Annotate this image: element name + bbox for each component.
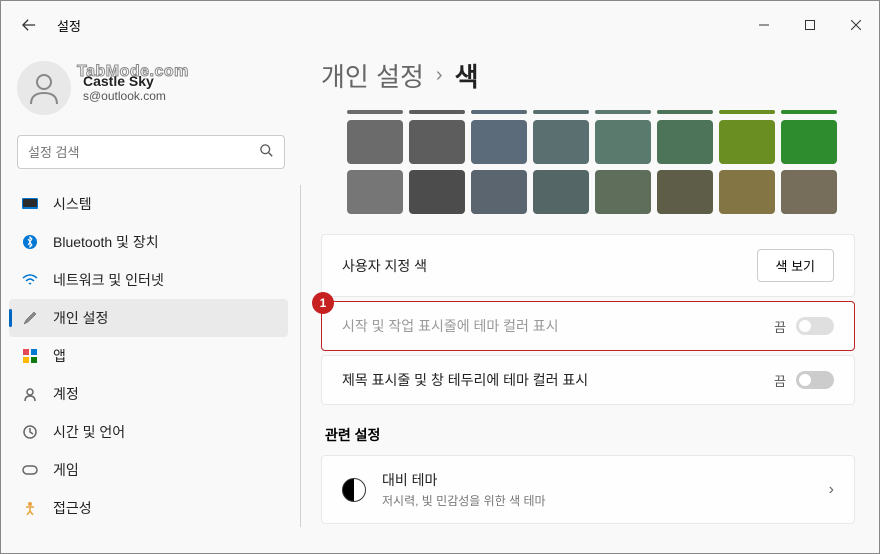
custom-color-row: 사용자 지정 색 색 보기 bbox=[321, 234, 855, 297]
window-title: 설정 bbox=[57, 16, 81, 35]
color-swatch[interactable] bbox=[347, 120, 403, 164]
color-swatch[interactable] bbox=[471, 110, 527, 114]
color-swatch[interactable] bbox=[781, 170, 837, 214]
minimize-icon bbox=[759, 20, 769, 30]
titlebar-color-row: 제목 표시줄 및 창 테두리에 테마 컬러 표시 끔 bbox=[321, 355, 855, 405]
color-swatch[interactable] bbox=[719, 120, 775, 164]
nav-label: 계정 bbox=[53, 384, 79, 404]
color-swatch[interactable] bbox=[347, 110, 403, 114]
gamepad-icon bbox=[21, 461, 39, 479]
contrast-theme-row[interactable]: 대비 테마 저시력, 빛 민감성을 위한 색 테마 › bbox=[321, 455, 855, 524]
breadcrumb: 개인 설정 › 색 bbox=[321, 57, 855, 94]
titlebar: 설정 bbox=[1, 1, 879, 49]
nav-label: 앱 bbox=[53, 346, 66, 366]
sidebar: TabMode.com Castle Sky s@outlook.com 시스템 bbox=[1, 49, 301, 553]
breadcrumb-current: 색 bbox=[455, 57, 479, 94]
back-button[interactable] bbox=[13, 9, 45, 41]
contrast-title: 대비 테마 bbox=[382, 470, 546, 490]
contrast-icon bbox=[342, 478, 366, 502]
avatar bbox=[17, 61, 71, 115]
contrast-desc: 저시력, 빛 민감성을 위한 색 테마 bbox=[382, 492, 546, 509]
color-swatch[interactable] bbox=[781, 110, 837, 114]
apps-icon bbox=[21, 347, 39, 365]
start-taskbar-label: 시작 및 작업 표시줄에 테마 컬러 표시 bbox=[342, 316, 559, 336]
nav-label: 접근성 bbox=[53, 498, 92, 518]
color-swatch[interactable] bbox=[409, 110, 465, 114]
start-taskbar-color-row: 1 시작 및 작업 표시줄에 테마 컬러 표시 끔 bbox=[321, 301, 855, 351]
wifi-icon bbox=[21, 271, 39, 289]
color-swatch[interactable] bbox=[533, 120, 589, 164]
color-swatch[interactable] bbox=[657, 170, 713, 214]
color-swatch[interactable] bbox=[781, 120, 837, 164]
color-swatch[interactable] bbox=[719, 110, 775, 114]
profile-section[interactable]: Castle Sky s@outlook.com bbox=[9, 49, 289, 135]
chevron-right-icon: › bbox=[436, 64, 443, 87]
color-swatch[interactable] bbox=[409, 170, 465, 214]
annotation-badge-1: 1 bbox=[312, 292, 334, 314]
profile-email: s@outlook.com bbox=[83, 89, 166, 103]
nav-label: 게임 bbox=[53, 460, 79, 480]
color-swatch[interactable] bbox=[471, 170, 527, 214]
color-swatch[interactable] bbox=[533, 110, 589, 114]
nav-accounts[interactable]: 계정 bbox=[9, 375, 288, 413]
nav-label: 시간 및 언어 bbox=[53, 422, 125, 442]
color-swatch[interactable] bbox=[347, 170, 403, 214]
accessibility-icon bbox=[21, 499, 39, 517]
color-swatch[interactable] bbox=[657, 110, 713, 114]
color-swatch[interactable] bbox=[595, 110, 651, 114]
color-swatch[interactable] bbox=[533, 170, 589, 214]
nav-system[interactable]: 시스템 bbox=[9, 185, 288, 223]
close-button[interactable] bbox=[833, 9, 879, 41]
titlebar-label: 제목 표시줄 및 창 테두리에 테마 컬러 표시 bbox=[342, 370, 588, 390]
search-box[interactable] bbox=[17, 135, 285, 169]
close-icon bbox=[851, 20, 861, 30]
color-swatch[interactable] bbox=[595, 120, 651, 164]
start-taskbar-toggle[interactable] bbox=[796, 317, 834, 335]
nav-label: 네트워크 및 인터넷 bbox=[53, 270, 164, 290]
clock-icon bbox=[21, 423, 39, 441]
nav-time[interactable]: 시간 및 언어 bbox=[9, 413, 288, 451]
nav-network[interactable]: 네트워크 및 인터넷 bbox=[9, 261, 288, 299]
minimize-button[interactable] bbox=[741, 9, 787, 41]
window-controls bbox=[741, 9, 879, 41]
color-swatch[interactable] bbox=[657, 120, 713, 164]
color-grid bbox=[321, 110, 855, 214]
search-icon bbox=[260, 144, 274, 161]
titlebar-toggle[interactable] bbox=[796, 371, 834, 389]
nav-apps[interactable]: 앱 bbox=[9, 337, 288, 375]
nav-bluetooth[interactable]: Bluetooth 및 장치 bbox=[9, 223, 288, 261]
custom-color-label: 사용자 지정 색 bbox=[342, 256, 427, 276]
arrow-left-icon bbox=[22, 18, 36, 32]
bluetooth-icon bbox=[21, 233, 39, 251]
breadcrumb-parent[interactable]: 개인 설정 bbox=[321, 57, 424, 94]
nav-gaming[interactable]: 게임 bbox=[9, 451, 288, 489]
nav-label: Bluetooth 및 장치 bbox=[53, 232, 159, 252]
color-swatch[interactable] bbox=[409, 120, 465, 164]
related-section-title: 관련 설정 bbox=[325, 425, 855, 445]
toggle-state-label: 끔 bbox=[774, 371, 786, 390]
person-icon bbox=[26, 70, 62, 106]
search-input[interactable] bbox=[28, 145, 260, 160]
maximize-button[interactable] bbox=[787, 9, 833, 41]
account-icon bbox=[21, 385, 39, 403]
color-swatch[interactable] bbox=[719, 170, 775, 214]
watermark: TabMode.com bbox=[77, 63, 189, 81]
maximize-icon bbox=[805, 20, 815, 30]
nav-personalization[interactable]: 개인 설정 bbox=[9, 299, 288, 337]
nav-label: 개인 설정 bbox=[53, 308, 108, 328]
main-content: 개인 설정 › 색 사용자 지정 색 색 보기 1 시작 및 작업 표시줄에 테… bbox=[301, 49, 879, 553]
nav-accessibility[interactable]: 접근성 bbox=[9, 489, 288, 527]
monitor-icon bbox=[21, 195, 39, 213]
brush-icon bbox=[21, 309, 39, 327]
nav-label: 시스템 bbox=[53, 194, 92, 214]
nav-list: 시스템 Bluetooth 및 장치 네트워크 및 인터넷 개인 설정 앱 계정 bbox=[9, 185, 301, 527]
chevron-right-icon: › bbox=[829, 481, 834, 499]
toggle-state-label: 끔 bbox=[774, 317, 786, 336]
view-color-button[interactable]: 색 보기 bbox=[757, 249, 835, 282]
color-swatch[interactable] bbox=[471, 120, 527, 164]
color-swatch[interactable] bbox=[595, 170, 651, 214]
